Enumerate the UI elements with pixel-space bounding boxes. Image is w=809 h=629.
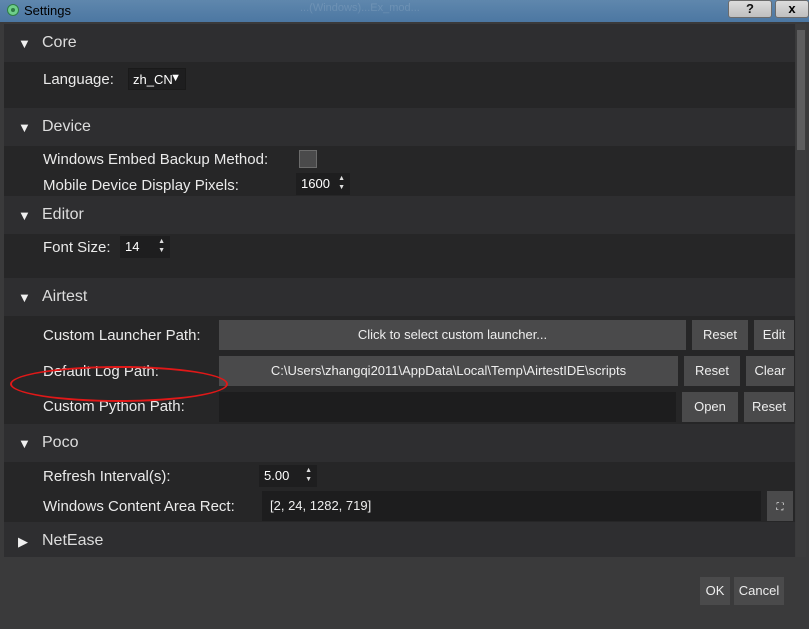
refresh-interval-spinbox[interactable]: 5.00 ▲ ▼ xyxy=(259,465,317,487)
section-title: Editor xyxy=(42,206,84,223)
background-window-text: ...(Windows)...Ex_mod... xyxy=(300,2,420,14)
section-header-core[interactable]: ▼ Core xyxy=(4,24,795,62)
python-path-input[interactable] xyxy=(219,392,676,422)
log-reset-button[interactable]: Reset xyxy=(684,356,740,386)
embed-backup-label: Windows Embed Backup Method: xyxy=(43,151,269,168)
section-body-poco: Refresh Interval(s): 5.00 ▲ ▼ Windows Con… xyxy=(4,462,795,522)
help-button[interactable]: ? xyxy=(728,0,772,18)
refresh-interval-value: 5.00 xyxy=(264,468,290,483)
python-open-button[interactable]: Open xyxy=(682,392,738,422)
section-header-editor[interactable]: ▼ Editor xyxy=(4,196,795,234)
help-icon: ? xyxy=(746,1,754,16)
content-rect-input[interactable]: [2, 24, 1282, 719] xyxy=(262,491,761,521)
font-size-label: Font Size: xyxy=(43,239,111,256)
language-value: zh_CN xyxy=(133,72,173,87)
triangle-down-icon: ▼ xyxy=(18,36,31,51)
title-bar: ...(Windows)...Ex_mod... Settings ? x xyxy=(0,0,809,22)
python-reset-button[interactable]: Reset xyxy=(744,392,794,422)
select-launcher-button[interactable]: Click to select custom launcher... xyxy=(219,320,686,350)
section-body-device: Windows Embed Backup Method: Mobile Devi… xyxy=(4,146,795,196)
spin-arrows-icon[interactable]: ▲ ▼ xyxy=(305,466,312,484)
cancel-button[interactable]: Cancel xyxy=(734,577,784,605)
gear-icon xyxy=(7,4,19,16)
section-title: NetEase xyxy=(42,532,104,549)
font-size-spinbox[interactable]: 14 ▲ ▼ xyxy=(120,236,170,258)
section-title: Core xyxy=(42,34,77,51)
section-title: Device xyxy=(42,118,91,135)
window-title: Settings xyxy=(24,3,71,18)
launcher-reset-button[interactable]: Reset xyxy=(692,320,748,350)
settings-panel[interactable]: ▼ Core Language: zh_CN ▼ ▼ Device Window… xyxy=(4,24,795,557)
section-title: Airtest xyxy=(42,288,88,305)
section-header-airtest[interactable]: ▼ Airtest xyxy=(4,278,795,316)
section-header-poco[interactable]: ▼ Poco xyxy=(4,424,795,462)
triangle-right-icon: ▶ xyxy=(18,534,28,549)
section-header-device[interactable]: ▼ Device xyxy=(4,108,795,146)
triangle-down-icon: ▼ xyxy=(18,436,31,451)
language-label: Language: xyxy=(43,71,114,88)
display-pixels-label: Mobile Device Display Pixels: xyxy=(43,177,239,194)
log-path-field[interactable]: C:\Users\zhangqi2011\AppData\Local\Temp\… xyxy=(219,356,678,386)
triangle-down-icon: ▼ xyxy=(18,290,31,305)
embed-backup-checkbox[interactable] xyxy=(299,150,317,168)
display-pixels-spinbox[interactable]: 1600 ▲ ▼ xyxy=(296,173,350,195)
display-pixels-value: 1600 xyxy=(301,176,330,191)
section-body-editor: Font Size: 14 ▲ ▼ xyxy=(4,234,795,278)
scrollbar-thumb[interactable] xyxy=(797,30,805,150)
spin-arrows-icon[interactable]: ▲ ▼ xyxy=(338,174,345,192)
font-size-value: 14 xyxy=(125,239,140,254)
content-rect-label: Windows Content Area Rect: xyxy=(43,498,235,515)
launcher-edit-button[interactable]: Edit xyxy=(754,320,794,350)
chevron-down-icon: ▼ xyxy=(170,72,181,84)
close-icon: x xyxy=(788,1,796,16)
log-clear-button[interactable]: Clear xyxy=(746,356,794,386)
settings-window: ▼ Core Language: zh_CN ▼ ▼ Device Window… xyxy=(0,22,809,629)
close-button[interactable]: x xyxy=(775,0,809,18)
triangle-down-icon: ▼ xyxy=(18,208,31,223)
ok-button[interactable]: OK xyxy=(700,577,730,605)
spin-arrows-icon[interactable]: ▲ ▼ xyxy=(158,237,165,255)
section-body-core: Language: zh_CN ▼ xyxy=(4,62,795,108)
highlight-annotation xyxy=(10,366,228,402)
section-header-netease[interactable]: ▶ NetEase xyxy=(4,522,795,557)
expand-icon[interactable]: ⛶ xyxy=(767,491,793,521)
vertical-scrollbar[interactable] xyxy=(796,24,806,557)
language-select[interactable]: zh_CN ▼ xyxy=(128,68,186,90)
refresh-interval-label: Refresh Interval(s): xyxy=(43,468,171,485)
launcher-path-label: Custom Launcher Path: xyxy=(43,327,201,344)
triangle-down-icon: ▼ xyxy=(18,120,31,135)
section-title: Poco xyxy=(42,434,79,451)
